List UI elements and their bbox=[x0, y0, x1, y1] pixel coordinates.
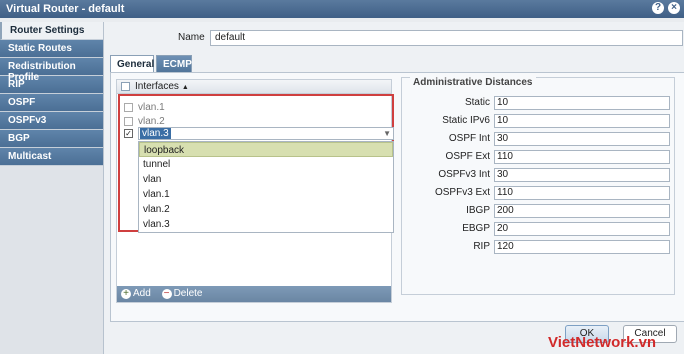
sort-ascending-icon: ▲ bbox=[181, 84, 189, 91]
help-icon[interactable]: ? bbox=[652, 2, 664, 14]
interfaces-footer: + Add − Delete bbox=[117, 286, 391, 302]
ad-row-ospfv3-ext: OSPFv3 Ext 110 bbox=[402, 186, 674, 200]
ad-label: OSPF Ext bbox=[445, 151, 490, 162]
ad-label: OSPFv3 Int bbox=[438, 169, 490, 180]
tab-ecmp[interactable]: ECMP bbox=[156, 55, 192, 73]
delete-label: Delete bbox=[173, 288, 203, 299]
ad-label: EBGP bbox=[462, 223, 490, 234]
interface-select-row: ✓ vlan.3 ▼ bbox=[124, 127, 394, 140]
ad-input[interactable]: 10 bbox=[494, 114, 670, 128]
dropdown-selected-text: vlan.3 bbox=[140, 128, 171, 139]
admin-distances-panel: Administrative Distances Static 10 Stati… bbox=[401, 77, 675, 295]
admin-distances-title: Administrative Distances bbox=[410, 77, 536, 88]
dropdown-option[interactable]: vlan.3 bbox=[139, 217, 393, 232]
sidebar: Router Settings Static Routes Redistribu… bbox=[0, 22, 103, 354]
interfaces-header[interactable]: Interfaces ▲ bbox=[117, 80, 391, 94]
ad-row-rip: RIP 120 bbox=[402, 240, 674, 254]
ad-row-ospf-int: OSPF Int 30 bbox=[402, 132, 674, 146]
ad-label: OSPFv3 Ext bbox=[434, 187, 490, 198]
checkbox-checked[interactable]: ✓ bbox=[124, 129, 133, 138]
checkbox[interactable] bbox=[124, 103, 133, 112]
plus-icon: + bbox=[121, 289, 131, 299]
minus-icon: − bbox=[161, 289, 172, 299]
interfaces-selection-area: vlan.1 vlan.2 ✓ vlan.3 ▼ loopback tunnel bbox=[118, 94, 394, 233]
close-icon[interactable]: × bbox=[668, 2, 680, 14]
dropdown-option[interactable]: vlan.2 bbox=[139, 202, 393, 217]
sidebar-item-redistribution-profile[interactable]: Redistribution Profile bbox=[0, 58, 103, 83]
sidebar-item-bgp[interactable]: BGP bbox=[0, 130, 103, 148]
select-all-checkbox[interactable] bbox=[121, 82, 130, 91]
delete-button[interactable]: − Delete bbox=[161, 288, 203, 299]
dropdown-option[interactable]: loopback bbox=[139, 142, 393, 157]
ad-input[interactable]: 20 bbox=[494, 222, 670, 236]
sidebar-item-rip[interactable]: RIP bbox=[0, 76, 103, 94]
checkbox[interactable] bbox=[124, 117, 133, 126]
sidebar-item-multicast[interactable]: Multicast bbox=[0, 148, 103, 166]
window-title: Virtual Router - default bbox=[6, 3, 125, 15]
ad-label: Static bbox=[464, 97, 490, 108]
ad-row-ibgp: IBGP 200 bbox=[402, 204, 674, 218]
ad-row-ospf-ext: OSPF Ext 110 bbox=[402, 150, 674, 164]
ad-input[interactable]: 10 bbox=[494, 96, 670, 110]
general-pane: Interfaces ▲ vlan.1 vlan.2 ✓ vlan.3 ▼ lo… bbox=[110, 72, 684, 322]
ad-input[interactable]: 200 bbox=[494, 204, 670, 218]
dropdown-option[interactable]: vlan bbox=[139, 172, 393, 187]
ad-input[interactable]: 30 bbox=[494, 168, 670, 182]
interface-name: vlan.2 bbox=[138, 116, 165, 127]
ad-row-ospfv3-int: OSPFv3 Int 30 bbox=[402, 168, 674, 182]
watermark-text: VietNetwork.vn bbox=[548, 334, 657, 351]
ad-row-static-ipv6: Static IPv6 10 bbox=[402, 114, 674, 128]
ad-label: IBGP bbox=[466, 205, 490, 216]
ad-input[interactable]: 110 bbox=[494, 150, 670, 164]
sidebar-item-ospf[interactable]: OSPF bbox=[0, 94, 103, 112]
add-button[interactable]: + Add bbox=[121, 288, 151, 299]
tab-general[interactable]: General bbox=[110, 55, 154, 73]
ad-label: OSPF Int bbox=[448, 133, 490, 144]
ad-row-static: Static 10 bbox=[402, 96, 674, 110]
ad-label: Static IPv6 bbox=[442, 115, 490, 126]
sidebar-item-router-settings[interactable]: Router Settings bbox=[0, 22, 103, 40]
sidebar-item-ospfv3[interactable]: OSPFv3 bbox=[0, 112, 103, 130]
main-content: Name default General ECMP Interfaces ▲ vl… bbox=[103, 22, 684, 354]
ad-row-ebgp: EBGP 20 bbox=[402, 222, 674, 236]
interface-dropdown-list: loopback tunnel vlan vlan.1 vlan.2 vlan.… bbox=[138, 141, 394, 233]
name-input[interactable]: default bbox=[210, 30, 683, 46]
dropdown-option[interactable]: vlan.1 bbox=[139, 187, 393, 202]
interfaces-header-label: Interfaces bbox=[135, 81, 179, 92]
dropdown-option[interactable]: tunnel bbox=[139, 157, 393, 172]
interface-name: vlan.1 bbox=[138, 102, 165, 113]
ad-input[interactable]: 30 bbox=[494, 132, 670, 146]
ad-label: RIP bbox=[473, 241, 490, 252]
ad-input[interactable]: 120 bbox=[494, 240, 670, 254]
interfaces-panel: Interfaces ▲ vlan.1 vlan.2 ✓ vlan.3 ▼ lo… bbox=[116, 79, 394, 303]
window-title-bar: Virtual Router - default ? × bbox=[0, 0, 684, 18]
name-label: Name bbox=[178, 32, 205, 43]
sidebar-item-static-routes[interactable]: Static Routes bbox=[0, 40, 103, 58]
chevron-down-icon[interactable]: ▼ bbox=[383, 129, 391, 138]
add-label: Add bbox=[133, 288, 151, 299]
ad-input[interactable]: 110 bbox=[494, 186, 670, 200]
interface-dropdown[interactable]: vlan.3 ▼ bbox=[138, 127, 394, 140]
